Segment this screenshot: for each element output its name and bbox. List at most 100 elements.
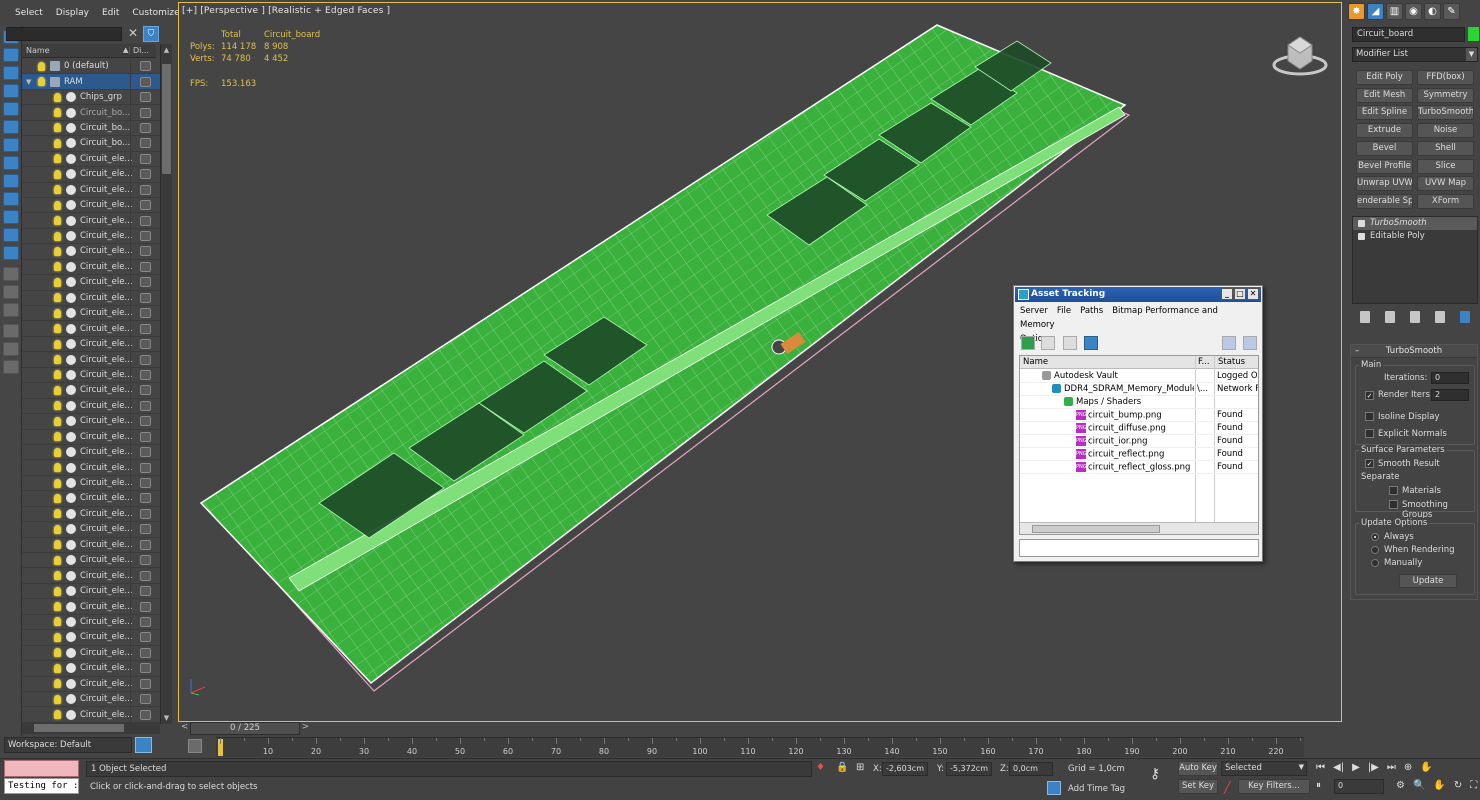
set-key-button[interactable]: Set Key bbox=[1178, 779, 1218, 794]
visibility-bulb-icon[interactable] bbox=[54, 185, 61, 195]
remove-modifier-icon[interactable] bbox=[1435, 311, 1446, 323]
stack-item[interactable]: Editable Poly bbox=[1353, 230, 1477, 243]
asset-row[interactable]: PNGcircuit_reflect.png Found bbox=[1020, 448, 1258, 461]
next-key-icon[interactable]: |▶ bbox=[1368, 762, 1379, 776]
maximize-viewport-icon[interactable]: ⛶ bbox=[1470, 780, 1477, 794]
vault-options-icon[interactable] bbox=[1243, 336, 1257, 350]
visibility-bulb-icon[interactable] bbox=[54, 385, 61, 395]
modifier-button-xform[interactable]: XForm bbox=[1417, 193, 1474, 209]
orbit-time-icon[interactable]: ✋ bbox=[1420, 762, 1432, 776]
visibility-bulb-icon[interactable] bbox=[54, 355, 61, 365]
display-cell[interactable] bbox=[130, 614, 160, 630]
display-cell[interactable] bbox=[130, 460, 160, 475]
menu-item-edit[interactable]: Edit bbox=[102, 8, 119, 18]
tree-row[interactable]: 0 (default) bbox=[22, 59, 160, 75]
name-column-header[interactable]: Name bbox=[22, 46, 130, 55]
tree-row[interactable]: Circuit_ele... bbox=[22, 614, 160, 631]
manually-radio[interactable] bbox=[1371, 559, 1379, 567]
scroll-down-icon[interactable]: ▼ bbox=[161, 714, 172, 722]
time-slider[interactable]: < 0 / 225 > bbox=[181, 722, 309, 735]
prev-frame-icon[interactable]: < bbox=[181, 722, 188, 733]
layer-icon[interactable] bbox=[3, 285, 19, 299]
visibility-bulb-icon[interactable] bbox=[54, 447, 61, 457]
visibility-bulb-icon[interactable] bbox=[54, 138, 61, 148]
isoline-checkbox[interactable] bbox=[1365, 412, 1374, 421]
maximize-button[interactable]: □ bbox=[1234, 288, 1246, 300]
scene-explorer-hscroll[interactable] bbox=[22, 722, 160, 734]
table-view-icon[interactable] bbox=[1063, 336, 1077, 350]
asset-row[interactable]: DDR4_SDRAM_Memory_Module...\... Network P… bbox=[1020, 383, 1258, 396]
display-cell[interactable] bbox=[130, 120, 160, 136]
tree-row[interactable]: Circuit_ele... bbox=[22, 244, 160, 260]
tree-row[interactable]: Circuit_ele... bbox=[22, 167, 160, 183]
key-filters-button[interactable]: Key Filters... bbox=[1238, 779, 1310, 794]
turbosmooth-rollout-header[interactable]: – TurboSmooth bbox=[1351, 345, 1477, 358]
update-button[interactable]: Update bbox=[1399, 574, 1457, 588]
display-cell[interactable] bbox=[130, 228, 160, 244]
visibility-bulb-icon[interactable] bbox=[54, 154, 61, 164]
tree-row[interactable]: Circuit_ele... bbox=[22, 275, 160, 291]
visibility-bulb-icon[interactable] bbox=[54, 632, 61, 642]
sort-icon[interactable] bbox=[3, 267, 19, 281]
y-coord-field[interactable]: -5,372cm bbox=[946, 762, 992, 776]
visibility-bulb-icon[interactable] bbox=[54, 216, 61, 226]
smoothing-groups-checkbox[interactable] bbox=[1389, 500, 1398, 509]
tree-row[interactable]: Circuit_ele... bbox=[22, 568, 160, 584]
x-coord-field[interactable]: -2,603cm bbox=[882, 762, 928, 776]
grid-view-icon[interactable] bbox=[1084, 336, 1098, 350]
modifier-button-symmetry[interactable]: Symmetry bbox=[1417, 87, 1474, 103]
tree-row[interactable]: Chips_grp bbox=[22, 89, 160, 106]
tree-row[interactable]: Circuit_ele... bbox=[22, 367, 160, 384]
display-cell[interactable] bbox=[130, 491, 160, 506]
tree-row[interactable]: Circuit_ele... bbox=[22, 460, 160, 476]
time-config-icon[interactable]: ⚙ bbox=[1396, 780, 1405, 794]
render-iters-checkbox[interactable]: ✓ bbox=[1365, 391, 1374, 400]
minimize-button[interactable]: _ bbox=[1221, 288, 1233, 300]
stack-item[interactable]: TurboSmooth bbox=[1353, 217, 1477, 230]
display-cell[interactable] bbox=[130, 275, 160, 290]
maxscript-listener-input[interactable]: Testing for : bbox=[4, 778, 79, 794]
tree-row[interactable]: Circuit_ele... bbox=[22, 197, 160, 214]
tree-row[interactable]: Circuit_ele... bbox=[22, 414, 160, 430]
tree-row[interactable]: Circuit_ele... bbox=[22, 228, 160, 245]
display-cell[interactable] bbox=[130, 645, 160, 661]
list-view-icon[interactable] bbox=[1041, 336, 1055, 350]
display-cell[interactable] bbox=[130, 167, 160, 182]
display-cell[interactable] bbox=[130, 367, 160, 383]
asset-row[interactable]: PNGcircuit_diffuse.png Found bbox=[1020, 422, 1258, 435]
asset-col-name[interactable]: Name bbox=[1023, 357, 1048, 367]
visibility-bulb-icon[interactable] bbox=[54, 463, 61, 473]
display-cell[interactable] bbox=[130, 213, 160, 228]
tree-row[interactable]: Circuit_ele... bbox=[22, 645, 160, 662]
visibility-bulb-icon[interactable] bbox=[54, 370, 61, 380]
asset-row[interactable]: PNGcircuit_bump.png Found bbox=[1020, 409, 1258, 422]
find-icon[interactable]: ⛉ bbox=[143, 26, 159, 42]
visibility-bulb-icon[interactable] bbox=[54, 401, 61, 411]
scroll-thumb[interactable] bbox=[162, 64, 171, 174]
tree-row[interactable]: Circuit_ele... bbox=[22, 475, 160, 492]
display-cell[interactable] bbox=[130, 306, 160, 321]
asset-col-status[interactable]: Status bbox=[1218, 357, 1245, 367]
tree-row[interactable]: Circuit_ele... bbox=[22, 352, 160, 368]
display-cell[interactable] bbox=[130, 290, 160, 305]
modifier-button-slice[interactable]: Slice bbox=[1417, 158, 1474, 174]
visibility-bulb-icon[interactable] bbox=[54, 694, 61, 704]
display-cell[interactable] bbox=[130, 182, 160, 197]
tree-row[interactable]: Circuit_ele... bbox=[22, 398, 160, 415]
asset-menu-server[interactable]: Server bbox=[1020, 306, 1048, 316]
display-cell[interactable] bbox=[130, 336, 160, 352]
visibility-bulb-icon[interactable] bbox=[54, 648, 61, 658]
display-cell[interactable] bbox=[130, 352, 160, 367]
modifier-list-dropdown[interactable]: Modifier List ▼ bbox=[1352, 47, 1478, 62]
visibility-bulb-icon[interactable] bbox=[54, 571, 61, 581]
modifier-button-edit-poly[interactable]: Edit Poly bbox=[1356, 70, 1413, 85]
auto-key-button[interactable]: Auto Key bbox=[1178, 761, 1218, 776]
zoom-time-icon[interactable]: ⊕ bbox=[1404, 762, 1412, 776]
next-frame-icon[interactable]: > bbox=[302, 722, 309, 733]
object-name-field[interactable]: Circuit_board bbox=[1352, 27, 1465, 42]
visibility-bulb-icon[interactable] bbox=[54, 509, 61, 519]
filter-funnel-icon[interactable] bbox=[3, 324, 19, 338]
visibility-bulb-icon[interactable] bbox=[54, 246, 61, 256]
visibility-bulb-icon[interactable] bbox=[54, 586, 61, 596]
materials-checkbox[interactable] bbox=[1389, 486, 1398, 495]
